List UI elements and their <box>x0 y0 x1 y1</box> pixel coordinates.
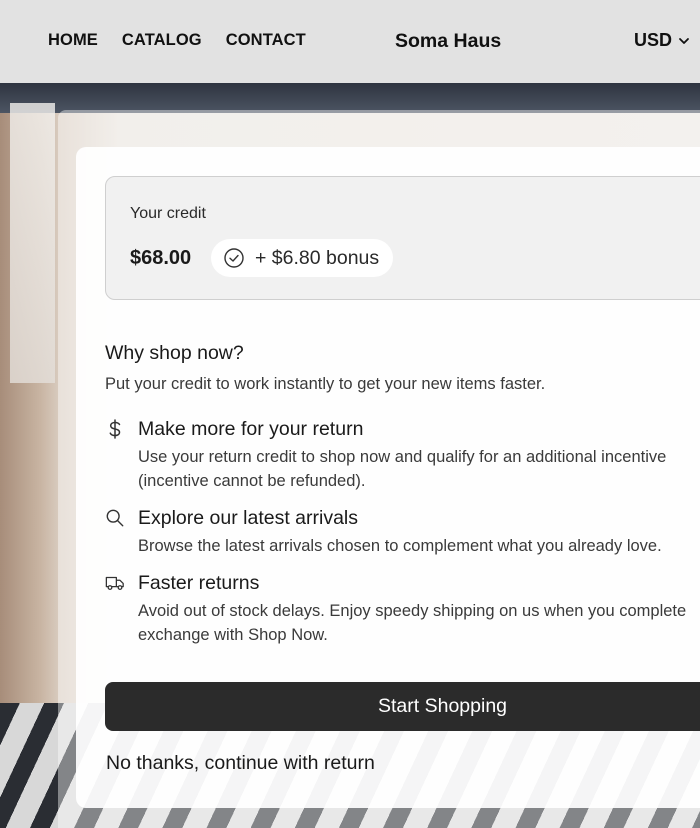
credit-summary: Your credit $68.00 + $6.80 bonus <box>105 176 700 300</box>
benefit-title: Faster returns <box>138 572 260 594</box>
benefit-title: Explore our latest arrivals <box>138 507 359 529</box>
nav-contact-link[interactable]: CONTACT <box>226 31 306 50</box>
benefit-text: Browse the latest arrivals chosen to com… <box>138 534 700 558</box>
benefit-text-line: Use your return credit to shop now and q… <box>138 448 667 466</box>
currency-selector[interactable]: USD <box>634 30 690 51</box>
chevron-down-icon <box>679 37 689 44</box>
dollar-icon <box>109 419 121 439</box>
continue-return-link[interactable]: No thanks, continue with return <box>106 752 375 775</box>
benefit-text-line: Browse the latest arrivals chosen to com… <box>138 537 662 555</box>
benefit-text-line: exchange with Shop Now. <box>138 626 328 644</box>
truck-icon <box>105 576 124 590</box>
check-circle-icon <box>224 248 244 268</box>
start-shopping-button[interactable]: Start Shopping <box>105 682 700 731</box>
benefit-title: Make more for your return <box>138 418 364 440</box>
benefit-text-line: Avoid out of stock delays. Enjoy speedy … <box>138 602 687 620</box>
credit-amount: $68.00 <box>130 247 192 269</box>
search-icon <box>106 509 124 527</box>
benefit-text: Use your return credit to shop now and q… <box>138 445 700 493</box>
nav-home-link[interactable]: HOME <box>48 31 98 50</box>
bonus-text: + $6.80 bonus <box>255 246 380 269</box>
nav-catalog-link[interactable]: CATALOG <box>122 31 202 50</box>
credit-label: Your credit <box>130 205 206 222</box>
main-nav: HOME CATALOG CONTACT <box>48 31 306 50</box>
benefit-text-line: (incentive cannot be refunded). <box>138 472 366 490</box>
bonus-badge: + $6.80 bonus <box>211 239 394 277</box>
brand-name[interactable]: Soma Haus <box>395 30 501 53</box>
why-shop-title: Why shop now? <box>105 342 244 364</box>
why-shop-subtitle: Put your credit to work instantly to get… <box>105 375 546 393</box>
currency-label: USD <box>634 30 673 50</box>
benefit-text: Avoid out of stock delays. Enjoy speedy … <box>138 599 700 647</box>
background-window-light <box>10 103 55 383</box>
background-shelf <box>0 83 700 113</box>
top-bar: HOME CATALOG CONTACT Soma Haus USD <box>0 0 700 83</box>
